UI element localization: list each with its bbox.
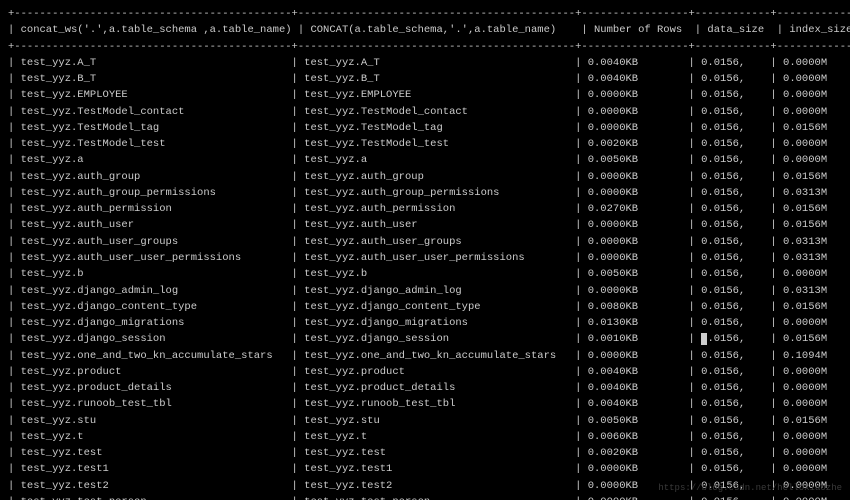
table-row: | test_yyz.auth_user | test_yyz.auth_use… (8, 217, 842, 233)
table-row: | test_yyz.one_and_two_kn_accumulate_sta… (8, 348, 842, 364)
table-row: | test_yyz.EMPLOYEE | test_yyz.EMPLOYEE … (8, 87, 842, 103)
table-border-mid: +---------------------------------------… (8, 39, 842, 55)
table-row: | test_yyz.django_migrations | test_yyz.… (8, 315, 842, 331)
table-row: | test_yyz.product_details | test_yyz.pr… (8, 380, 842, 396)
table-header-row: | concat_ws('.',a.table_schema ,a.table_… (8, 22, 842, 38)
table-row: | test_yyz.test1 | test_yyz.test1 | 0.00… (8, 461, 842, 477)
table-border-top: +---------------------------------------… (8, 6, 842, 22)
table-row: | test_yyz.auth_group | test_yyz.auth_gr… (8, 169, 842, 185)
watermark: https://blog.csdn.net/helloxiaozhe (658, 482, 842, 496)
table-row: | test_yyz.t | test_yyz.t | 0.0060KB | 0… (8, 429, 842, 445)
table-row: | test_yyz.stu | test_yyz.stu | 0.0050KB… (8, 413, 842, 429)
mysql-result-table: +---------------------------------------… (8, 6, 842, 500)
table-row: | test_yyz.a | test_yyz.a | 0.0050KB | 0… (8, 152, 842, 168)
table-row: | test_yyz.TestModel_tag | test_yyz.Test… (8, 120, 842, 136)
table-row: | test_yyz.auth_user_groups | test_yyz.a… (8, 234, 842, 250)
table-row: | test_yyz.b | test_yyz.b | 0.0050KB | 0… (8, 266, 842, 282)
table-row: | test_yyz.product | test_yyz.product | … (8, 364, 842, 380)
table-row: | test_yyz.django_admin_log | test_yyz.d… (8, 283, 842, 299)
table-row: | test_yyz.runoob_test_tbl | test_yyz.ru… (8, 396, 842, 412)
table-row: | test_yyz.auth_group_permissions | test… (8, 185, 842, 201)
table-row: | test_yyz.auth_user_user_permissions | … (8, 250, 842, 266)
table-row: | test_yyz.django_content_type | test_yy… (8, 299, 842, 315)
table-row: | test_yyz.auth_permission | test_yyz.au… (8, 201, 842, 217)
table-row: | test_yyz.TestModel_test | test_yyz.Tes… (8, 136, 842, 152)
table-row: | test_yyz.test | test_yyz.test | 0.0020… (8, 445, 842, 461)
table-row: | test_yyz.TestModel_contact | test_yyz.… (8, 104, 842, 120)
table-row: | test_yyz.B_T | test_yyz.B_T | 0.0040KB… (8, 71, 842, 87)
table-row: | test_yyz.django_session | test_yyz.dja… (8, 331, 842, 347)
table-row: | test_yyz.A_T | test_yyz.A_T | 0.0040KB… (8, 55, 842, 71)
